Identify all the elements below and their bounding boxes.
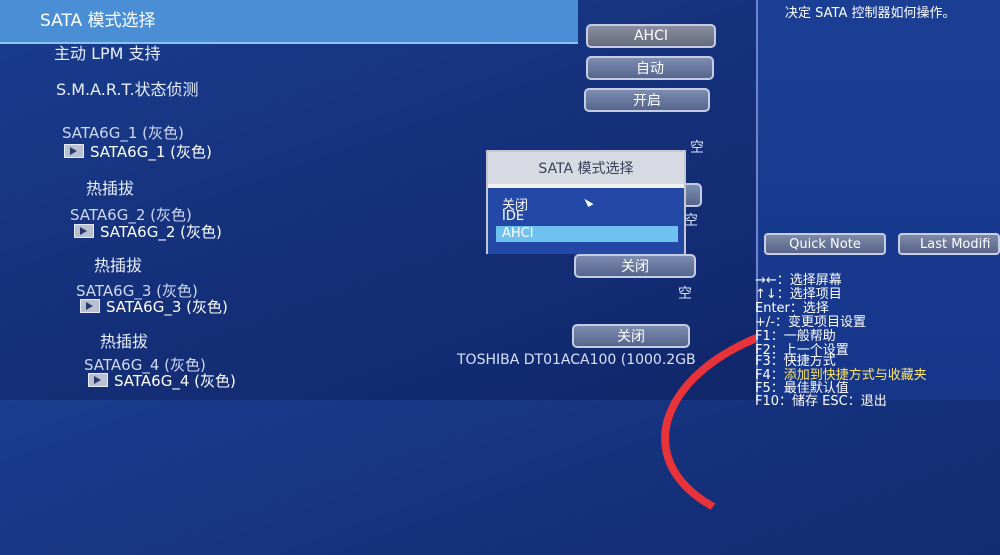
quick-note-button[interactable]: Quick Note bbox=[764, 233, 886, 255]
popup-option-ahci-label: AHCI bbox=[502, 226, 534, 241]
port-device-row[interactable]: SATA6G_1 (灰色) bbox=[64, 141, 212, 162]
port-device-row[interactable]: SATA6G_2 (灰色) bbox=[74, 221, 222, 242]
bios-main-panel: SATA 模式选择 AHCI 主动 LPM 支持 自动 S.M.A.R.T.状态… bbox=[0, 0, 1000, 555]
port-status: 空 bbox=[690, 140, 704, 156]
selected-row-highlight[interactable]: SATA 模式选择 bbox=[0, 0, 578, 44]
sata-mode-label: SATA 模式选择 bbox=[40, 11, 156, 31]
help-description: 决定 SATA 控制器如何操作。 bbox=[785, 6, 956, 21]
port-device-label: SATA6G_3 (灰色) bbox=[106, 298, 228, 316]
port-device-label: SATA6G_1 (灰色) bbox=[90, 143, 212, 161]
smart-status-button[interactable]: 开启 bbox=[584, 88, 710, 112]
port-device-label: SATA6G_4 (灰色) bbox=[114, 372, 236, 390]
smart-status-label: S.M.A.R.T.状态侦测 bbox=[56, 80, 199, 99]
hotplug-button[interactable]: 关闭 bbox=[574, 254, 696, 278]
lpm-support-label: 主动 LPM 支持 bbox=[54, 44, 161, 63]
port-title: SATA6G_1 (灰色) bbox=[62, 124, 184, 142]
port-status: 空 bbox=[678, 286, 692, 302]
port-status: 空 bbox=[684, 213, 698, 229]
hotplug-label: 热插拔 bbox=[94, 256, 143, 275]
port-status: TOSHIBA DT01ACA100 (1000.2GB bbox=[457, 352, 696, 368]
hotplug-button[interactable]: 关闭 bbox=[572, 324, 690, 348]
sata-mode-button[interactable]: AHCI bbox=[586, 24, 716, 48]
drive-arrow-icon bbox=[64, 144, 84, 158]
drive-arrow-icon bbox=[88, 373, 108, 387]
last-modified-button[interactable]: Last Modifi bbox=[898, 233, 1000, 255]
hotplug-label: 热插拔 bbox=[100, 332, 149, 351]
drive-arrow-icon bbox=[74, 224, 94, 238]
hotplug-label: 热插拔 bbox=[86, 179, 135, 198]
drive-arrow-icon bbox=[80, 299, 100, 313]
port-device-row[interactable]: SATA6G_3 (灰色) bbox=[80, 296, 228, 317]
port-device-row[interactable]: SATA6G_4 (灰色) bbox=[88, 370, 236, 391]
lpm-support-button[interactable]: 自动 bbox=[586, 56, 714, 80]
port-device-label: SATA6G_2 (灰色) bbox=[100, 223, 222, 241]
popup-title: SATA 模式选择 bbox=[488, 152, 684, 184]
popup-option-ide[interactable]: IDE bbox=[502, 209, 524, 224]
popup-option-ahci[interactable]: AHCI bbox=[496, 226, 678, 242]
